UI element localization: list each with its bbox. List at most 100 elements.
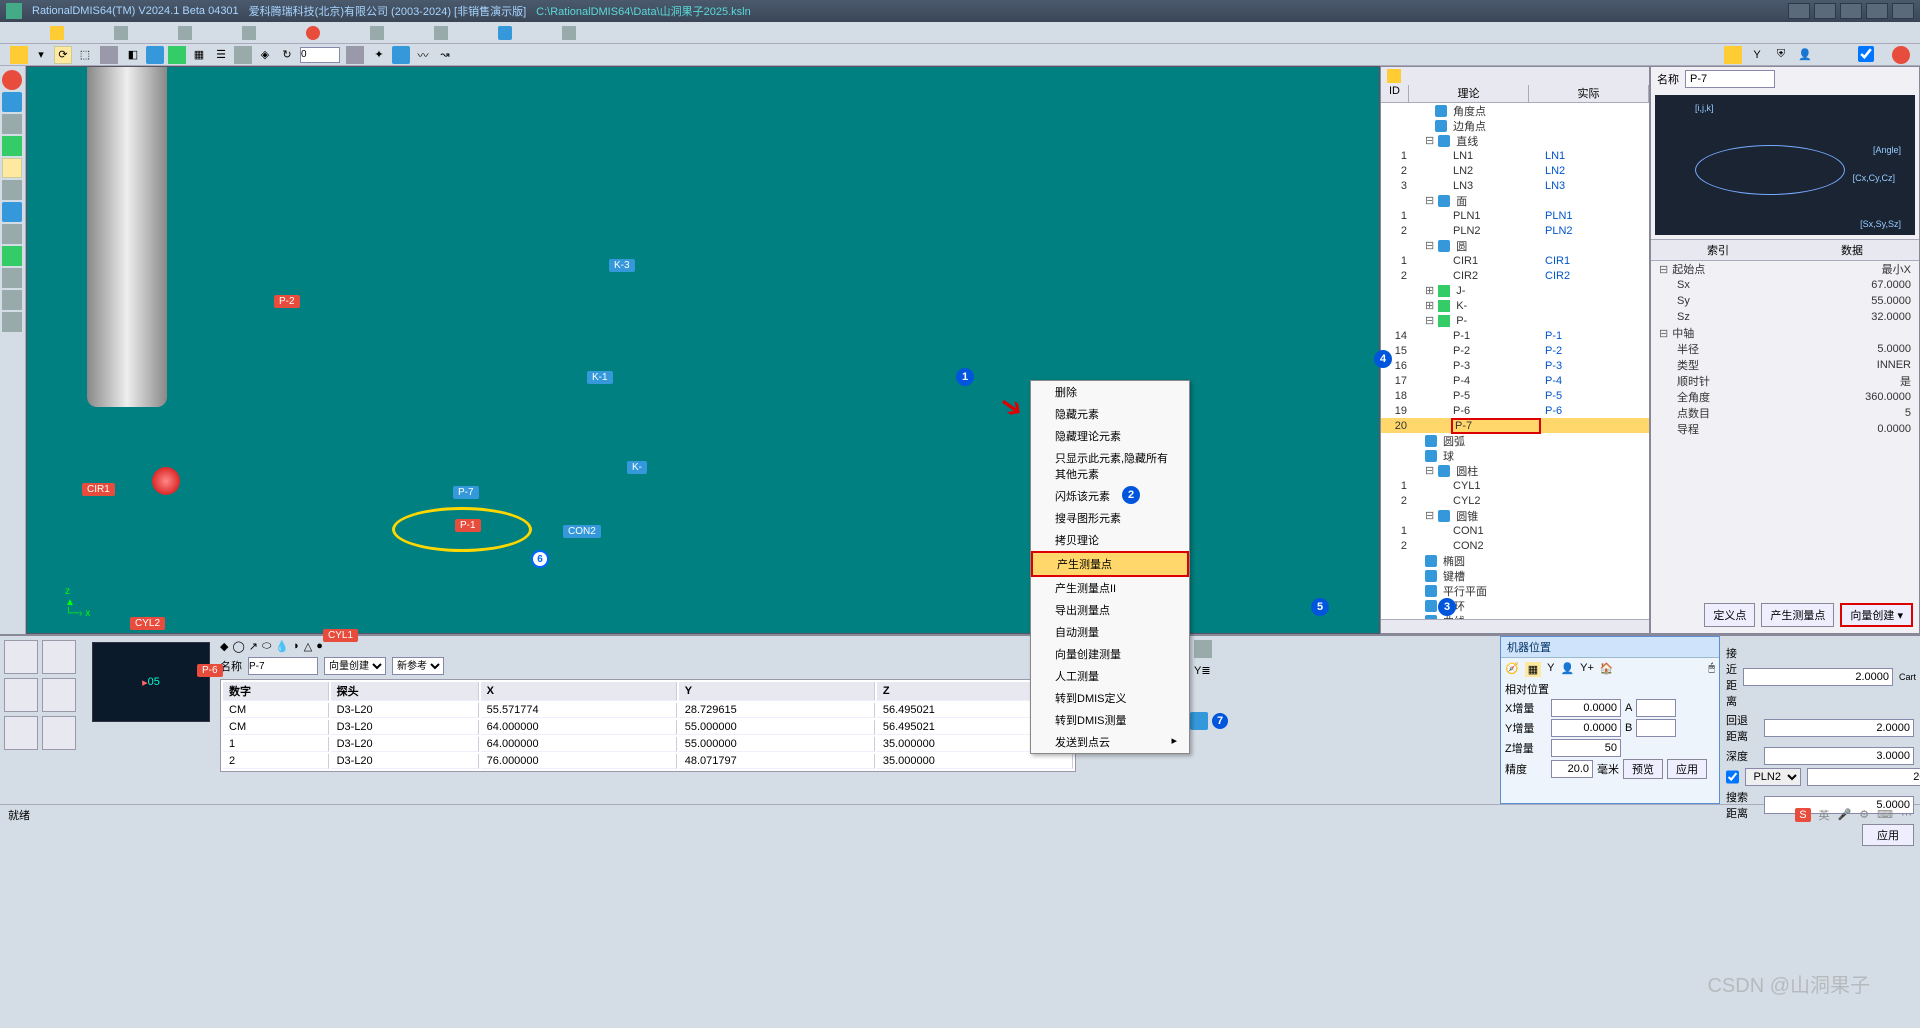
lt-cyl-icon[interactable] (2, 202, 22, 222)
mp-preview[interactable]: 预览 (1623, 759, 1663, 779)
tree-row[interactable]: 2CYL2 (1381, 493, 1649, 508)
qat-print-icon[interactable] (370, 26, 384, 40)
mp-ic4[interactable]: 👤 (1560, 662, 1574, 677)
ctx-item[interactable]: 产生测量点II (1031, 577, 1189, 599)
lt-plane-icon[interactable] (2, 136, 22, 156)
probe-icon[interactable] (392, 46, 410, 64)
st-kbd-icon[interactable]: ⌨ (1877, 808, 1893, 821)
tree-row[interactable]: 平行平面 (1381, 583, 1649, 598)
mp-ic2[interactable]: ▦ (1525, 662, 1541, 677)
prop-row[interactable]: Sx67.0000 (1651, 277, 1919, 293)
mp-x[interactable] (1551, 699, 1621, 717)
tree-row[interactable]: ⊟圆 (1381, 238, 1649, 253)
tree-row[interactable]: 1CIR1CIR1 (1381, 253, 1649, 268)
prop-row[interactable]: 全角度360.0000 (1651, 389, 1919, 405)
prop-row[interactable]: Sy55.0000 (1651, 293, 1919, 309)
rt-cube-icon[interactable] (1724, 46, 1742, 64)
rt-user-icon[interactable]: 👤 (1796, 46, 1814, 64)
tree-row[interactable]: 边角点 (1381, 118, 1649, 133)
ctx-item[interactable]: 隐藏理论元素 (1031, 425, 1189, 447)
mp-b[interactable] (1636, 719, 1676, 737)
ap-retract[interactable] (1764, 719, 1914, 737)
mp-a[interactable] (1636, 699, 1676, 717)
rt-filter-icon[interactable]: Y (1748, 46, 1766, 64)
shade-icon[interactable] (234, 46, 252, 64)
axis-icon[interactable]: ✦ (370, 46, 388, 64)
prop-row[interactable]: 导程0.0000 (1651, 421, 1919, 437)
ctx-item[interactable]: 发送到点云 (1031, 731, 1189, 753)
render-icon[interactable] (168, 46, 186, 64)
tree-row[interactable]: 角度点 (1381, 103, 1649, 118)
tree-row[interactable]: 椭圆 (1381, 553, 1649, 568)
tree-row[interactable]: 20P-7 (1381, 418, 1649, 433)
qat-doc-icon[interactable] (114, 26, 128, 40)
bl-5[interactable] (4, 716, 38, 750)
zoom-input[interactable] (300, 47, 340, 63)
tree-row[interactable]: ⊟P- (1381, 313, 1649, 328)
bm-name-input[interactable] (248, 657, 318, 675)
prop-row[interactable]: 点数目5 (1651, 405, 1919, 421)
bm-tool-3[interactable]: ↗ (249, 640, 258, 653)
qat-db-icon[interactable] (242, 26, 256, 40)
lt-pick-icon[interactable] (2, 70, 22, 90)
cube-icon[interactable] (146, 46, 164, 64)
context-menu[interactable]: 删除隐藏元素隐藏理论元素只显示此元素,隐藏所有其他元素闪烁该元素搜寻图形元素拷贝… (1030, 380, 1190, 754)
tree-row[interactable]: 14P-1P-1 (1381, 328, 1649, 343)
btn-define[interactable]: 定义点 (1704, 603, 1755, 627)
maximize-button[interactable] (1866, 3, 1888, 19)
bt-6[interactable] (1194, 640, 1212, 658)
tree-row[interactable]: ⊞K- (1381, 298, 1649, 313)
tree-row[interactable]: ⊟圆锥 (1381, 508, 1649, 523)
cart-icon[interactable]: Cart (1899, 672, 1916, 682)
tree-row[interactable]: 圆环 (1381, 598, 1649, 613)
st-gear-icon[interactable]: ⚙ (1859, 808, 1869, 821)
prop-row[interactable]: 中轴 (1651, 325, 1919, 341)
ap-plane-val[interactable] (1807, 768, 1920, 786)
ctx-item[interactable]: 导出测量点 (1031, 599, 1189, 621)
minimize-button[interactable] (1840, 3, 1862, 19)
table-row[interactable]: 1D3-L2064.00000055.00000035.000000 (223, 737, 1073, 752)
rt-check[interactable] (1846, 46, 1886, 62)
bm-ref-select[interactable]: 新参考 (392, 657, 444, 675)
mp-prec[interactable] (1551, 760, 1593, 778)
tree-row[interactable]: 16P-3P-3 (1381, 358, 1649, 373)
ime-lang[interactable]: 英 (1819, 807, 1830, 823)
st-mic-icon[interactable]: 🎤 (1838, 808, 1852, 821)
tree-row[interactable]: 17P-4P-4 (1381, 373, 1649, 388)
prop-row[interactable]: 顺时针是 (1651, 373, 1919, 389)
ctx-item[interactable]: 人工测量 (1031, 665, 1189, 687)
ap-plane[interactable]: PLN2 (1745, 768, 1801, 786)
lt-slot-icon[interactable] (2, 268, 22, 288)
rt-close-icon[interactable] (1892, 46, 1910, 64)
ap-near[interactable] (1743, 668, 1893, 686)
lt-line-icon[interactable] (2, 114, 22, 134)
tree-row[interactable]: 2CON2 (1381, 538, 1649, 553)
tree-row[interactable]: 键槽 (1381, 568, 1649, 583)
prop-row[interactable]: 起始点最小X (1651, 261, 1919, 277)
tree-row[interactable]: ⊟圆柱 (1381, 463, 1649, 478)
close-button[interactable] (1892, 3, 1914, 19)
mp-ic6[interactable]: 🏠 (1600, 662, 1614, 677)
ap-apply[interactable]: 应用 (1862, 824, 1914, 846)
tree-row[interactable]: 18P-5P-5 (1381, 388, 1649, 403)
bm-tool-cone[interactable]: △ (304, 640, 312, 653)
bm-tool-cyl[interactable]: ◗ (293, 640, 300, 653)
multiview-icon[interactable]: ▦ (190, 46, 208, 64)
lt-point-icon[interactable] (2, 92, 22, 112)
win-tool-2[interactable] (1814, 3, 1836, 19)
btn-generate[interactable]: 产生测量点 (1761, 603, 1834, 627)
iso-view-icon[interactable]: ◧ (124, 46, 142, 64)
rotate-icon[interactable]: ⟳ (54, 46, 72, 64)
rt-shield-icon[interactable]: ⛨ (1772, 46, 1790, 64)
qat-globe-icon[interactable] (498, 26, 512, 40)
bl-6[interactable] (42, 716, 76, 750)
ctx-item[interactable]: 删除 (1031, 381, 1189, 403)
mp-apply[interactable]: 应用 (1667, 759, 1707, 779)
prop-row[interactable]: Sz32.0000 (1651, 309, 1919, 325)
ctx-item[interactable]: 闪烁该元素 (1031, 485, 1189, 507)
st-more-icon[interactable]: ⋯ (1901, 808, 1912, 821)
mp-z[interactable] (1551, 739, 1621, 757)
tree-row[interactable]: 1PLN1PLN1 (1381, 208, 1649, 223)
bm-tool-ellipse[interactable]: ⬭ (262, 640, 271, 653)
zoom-window-icon[interactable]: ⬚ (76, 46, 94, 64)
